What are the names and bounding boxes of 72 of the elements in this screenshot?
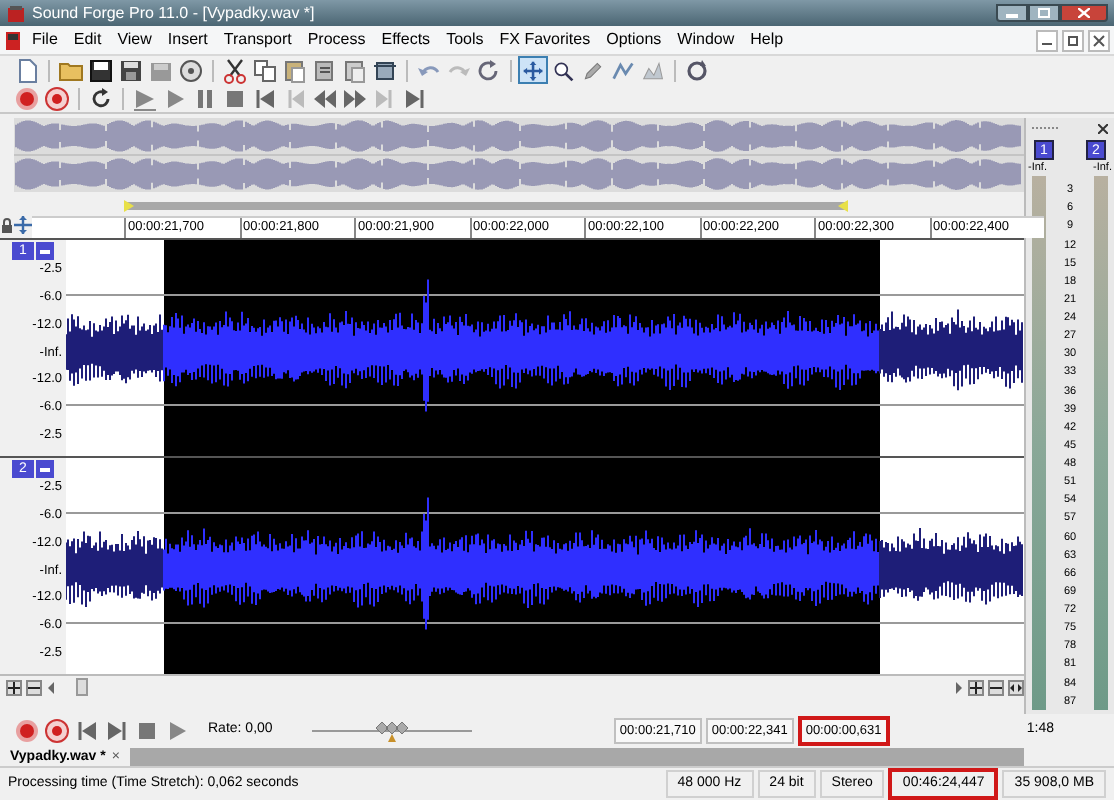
maximize-button[interactable] — [1028, 4, 1060, 23]
maximize-icon — [1038, 8, 1050, 19]
snap-icon[interactable] — [14, 216, 32, 235]
zoom-out-icon[interactable] — [990, 681, 1002, 694]
menu-item[interactable]: Effects — [373, 30, 439, 51]
collapse-icon[interactable] — [40, 249, 50, 254]
record-icon[interactable] — [14, 717, 40, 744]
document-icon — [4, 29, 24, 52]
app-icon — [6, 3, 26, 24]
paste-icon[interactable] — [282, 57, 308, 84]
folder-icon[interactable] — [58, 57, 84, 84]
window-title: Sound Forge Pro 11.0 - [Vypadky.wav *] — [32, 3, 315, 24]
close-icon[interactable] — [1098, 123, 1108, 134]
repeat-icon[interactable] — [476, 57, 502, 84]
lock-icon[interactable] — [0, 218, 14, 235]
pause-icon[interactable] — [192, 85, 218, 112]
menu-item[interactable]: Process — [299, 30, 374, 51]
scroll-right-icon[interactable] — [954, 681, 964, 694]
minimize-button[interactable] — [996, 4, 1028, 23]
fast-forward-icon[interactable] — [342, 85, 368, 112]
loop-icon[interactable] — [88, 85, 114, 112]
record-icon[interactable] — [14, 85, 40, 112]
tool-toggle[interactable] — [518, 56, 548, 85]
mix-icon[interactable] — [312, 57, 338, 84]
rate-slider-thumb[interactable] — [376, 718, 409, 743]
pencil-icon — [582, 59, 604, 82]
mdi-restore-icon[interactable] — [1064, 31, 1082, 50]
menu-item[interactable]: Edit — [65, 30, 110, 51]
tool-toggle[interactable] — [608, 56, 638, 85]
trim-icon[interactable] — [342, 57, 368, 84]
grip-icon[interactable] — [1032, 126, 1060, 131]
refresh-icon[interactable] — [684, 57, 710, 84]
envelope-tool-icon — [612, 59, 634, 82]
menu-item[interactable]: Window — [669, 30, 743, 51]
close-icon — [1078, 8, 1090, 19]
stop-icon[interactable] — [134, 717, 160, 744]
menu-item[interactable]: Options — [598, 30, 670, 51]
scrollbar-thumb[interactable] — [76, 678, 88, 697]
scroll-left-icon[interactable] — [46, 681, 56, 694]
cut-icon[interactable] — [222, 57, 248, 84]
zoom-out-icon[interactable] — [28, 681, 40, 694]
menu-item[interactable]: View — [109, 30, 160, 51]
menu-item[interactable]: File — [24, 30, 66, 51]
disc-icon[interactable] — [178, 57, 204, 84]
zoom-in-icon[interactable] — [8, 681, 20, 694]
menu-item[interactable]: Help — [742, 30, 792, 51]
save-all-icon[interactable] — [118, 57, 144, 84]
record-options-icon[interactable] — [44, 717, 70, 744]
rewind-icon[interactable] — [312, 85, 338, 112]
menu-item[interactable]: Transport — [215, 30, 300, 51]
magnify-icon — [552, 59, 574, 82]
go-start-icon[interactable] — [74, 717, 100, 744]
crop-icon[interactable] — [372, 57, 398, 84]
menu-item[interactable]: FX Favorites — [491, 30, 599, 51]
menu-item[interactable]: Insert — [159, 30, 216, 51]
record-options-icon[interactable] — [44, 85, 70, 112]
play-icon[interactable] — [162, 85, 188, 112]
zoom-in-icon[interactable] — [970, 681, 982, 694]
go-start-icon[interactable] — [252, 85, 278, 112]
play-icon[interactable] — [164, 717, 190, 744]
new-file-icon[interactable] — [14, 57, 40, 84]
mdi-close-icon[interactable] — [1090, 31, 1108, 50]
menu-item[interactable]: Tools — [438, 30, 492, 51]
go-end-icon[interactable] — [402, 85, 428, 112]
go-end-icon[interactable] — [104, 717, 130, 744]
close-button[interactable] — [1060, 4, 1108, 23]
cursor-icon — [522, 59, 544, 82]
copy-icon[interactable] — [252, 57, 278, 84]
collapse-icon[interactable] — [40, 467, 50, 472]
save-icon[interactable] — [88, 57, 114, 84]
stop-icon[interactable] — [222, 85, 248, 112]
event-tool-icon — [642, 59, 664, 82]
